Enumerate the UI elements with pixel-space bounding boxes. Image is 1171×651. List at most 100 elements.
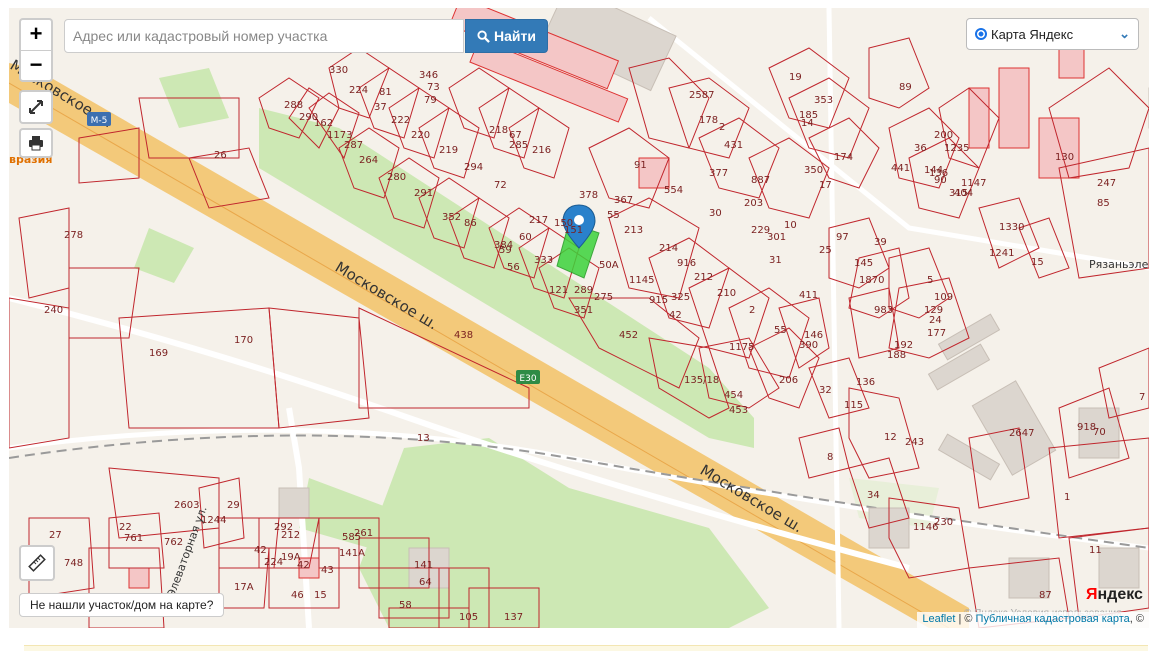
parcel-number: 58 (399, 600, 412, 611)
parcel-number: 431 (724, 140, 743, 151)
parcel-number: 87 (1039, 590, 1052, 601)
parcel-number: 137 (504, 612, 523, 623)
parcel-number: 46 (291, 590, 304, 601)
parcel-number: 240 (44, 305, 63, 316)
parcel-number: 438 (454, 330, 473, 341)
map-canvas[interactable]: Московское ш. Московское ш. Московское ш… (9, 8, 1149, 628)
parcel-number: 330 (329, 65, 348, 76)
parcel-number: 200 (934, 130, 953, 141)
parcel-number: 42 (669, 310, 682, 321)
parcel-number: 29 (227, 500, 240, 511)
not-found-link[interactable]: Не нашли участок/дом на карте? (19, 593, 225, 617)
parcel-number: 12 (884, 432, 897, 443)
parcel-number: 14 (801, 118, 814, 129)
parcel-number: 10 (784, 220, 797, 231)
parcel-number: 367 (614, 195, 633, 206)
parcel-number: 346 (419, 70, 438, 81)
parcel-number: 216 (532, 145, 551, 156)
parcel-number: 26 (214, 150, 227, 161)
parcel-number: 206 (779, 375, 798, 386)
info-banner (24, 645, 1148, 651)
parcel-number: 219 (439, 145, 458, 156)
parcel-number: 554 (664, 185, 683, 196)
parcel-number: 178 (699, 115, 718, 126)
parcel-number: 218 (489, 125, 508, 136)
parcel-number: 983 (874, 305, 893, 316)
parcel-number: 1147 (961, 178, 986, 189)
parcel-number: 5 (927, 275, 933, 286)
route-shield-e30: E30 (516, 370, 540, 384)
parcel-number: 2647 (1009, 428, 1034, 439)
parcel-number: 353 (814, 95, 833, 106)
parcel-number: 333 (534, 255, 553, 266)
parcel-number: 278 (64, 230, 83, 241)
expand-icon (29, 100, 43, 114)
parcel-number: 121 (549, 285, 568, 296)
parcel-number: 39 (874, 237, 887, 248)
parcel-number: 36 (914, 143, 927, 154)
parcel-number: 289 (574, 285, 593, 296)
parcel-number: 162 (314, 118, 333, 129)
parcel-number: 243 (905, 437, 924, 448)
zoom-control: + − (19, 18, 53, 82)
parcel-number: 90 (934, 175, 947, 186)
parcel-number: 150 (554, 218, 573, 229)
parcel-number: 55 (607, 210, 620, 221)
parcel-number: 81 (379, 87, 392, 98)
parcel-number: 453 (729, 405, 748, 416)
parcel-number: 351 (574, 305, 593, 316)
map-container[interactable]: Московское ш. Московское ш. Московское ш… (9, 8, 1149, 628)
parcel-number: 56 (507, 262, 520, 273)
fullscreen-button[interactable] (19, 90, 53, 124)
pkk-link[interactable]: Публичная кадастровая карта (976, 613, 1130, 625)
parcel-number: 287 (344, 140, 363, 151)
leaflet-link[interactable]: Leaflet (922, 613, 955, 625)
route-shield-m5: М-5 (87, 112, 111, 126)
parcel-number: 915 (649, 295, 668, 306)
parcel-number: 8 (827, 452, 833, 463)
parcel-number: 217 (529, 215, 548, 226)
parcel-number: 224 (349, 85, 368, 96)
parcel-number: 761 (124, 533, 143, 544)
parcel-number: 1175 (729, 342, 754, 353)
parcel-number: 64 (419, 577, 432, 588)
parcel-number: 32 (819, 385, 832, 396)
parcel-number: 285 (509, 140, 528, 151)
parcel-number: 1 (1064, 492, 1070, 503)
parcel-number: 454 (724, 390, 743, 401)
parcel-number: 1244 (201, 515, 226, 526)
parcel-number: 210 (717, 288, 736, 299)
layer-selector[interactable]: Карта Яндекс ⌄ (966, 18, 1139, 50)
parcel-number: 748 (64, 558, 83, 569)
measure-button[interactable] (19, 545, 55, 581)
parcel-number: 89 (899, 82, 912, 93)
search-input[interactable] (64, 19, 464, 53)
parcel-number: 50А (599, 260, 619, 271)
parcel-number: 105 (459, 612, 478, 623)
find-button[interactable]: Найти (465, 19, 548, 53)
parcel-number: 144 (924, 165, 943, 176)
poi-label: Рязаньэлев (1089, 258, 1149, 271)
parcel-number: 762 (164, 537, 183, 548)
zoom-out-button[interactable]: − (21, 50, 51, 80)
parcel-number: 261 (354, 528, 373, 539)
parcel-number: 280 (387, 172, 406, 183)
parcel-number: 2 (719, 122, 725, 133)
parcel-number: 135/18 (684, 375, 719, 386)
parcel-number: 37 (374, 102, 387, 113)
parcel-number: 174 (834, 152, 853, 163)
parcel-number: 1241 (989, 248, 1014, 259)
parcel-number: 916 (677, 258, 696, 269)
parcel-number: 79 (424, 95, 437, 106)
zoom-in-button[interactable]: + (21, 20, 51, 50)
print-button[interactable] (19, 128, 53, 158)
find-button-label: Найти (494, 28, 536, 44)
parcel-number: 291 (414, 188, 433, 199)
parcel-number: 301 (767, 232, 786, 243)
parcel-number: 192 (894, 340, 913, 351)
parcel-number: 17А (234, 582, 254, 593)
parcel-number: 86 (464, 218, 477, 229)
parcel-number: 42 (297, 560, 310, 571)
parcel-number: 15 (314, 590, 327, 601)
parcel-number: 378 (579, 190, 598, 201)
